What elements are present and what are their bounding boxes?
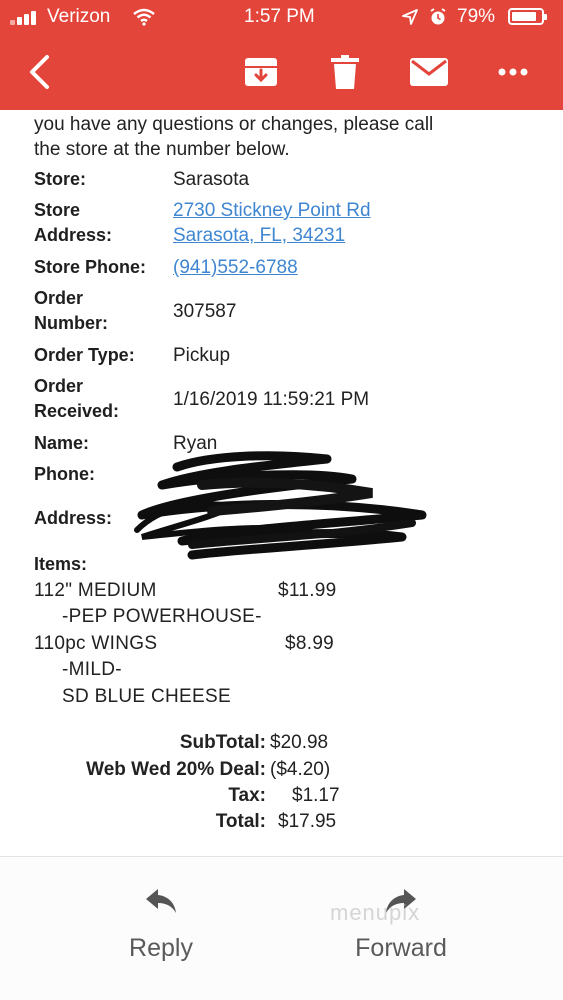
archive-icon — [245, 58, 277, 86]
item-price: $8.99 — [285, 633, 335, 654]
subtotal-label: SubTotal: — [179, 732, 266, 753]
order-number-label: Order Number: — [34, 288, 109, 333]
name-label: Name: — [34, 433, 90, 453]
carrier-name: Verizon — [47, 6, 111, 27]
subtotal-value: $20.98 — [270, 732, 329, 753]
mark-unread-button[interactable] — [408, 50, 450, 94]
order-received-label: Order Received: — [34, 376, 120, 421]
items-label: Items: — [34, 554, 88, 574]
watermark: menupix — [330, 900, 421, 925]
address-label: Address: — [34, 508, 113, 528]
intro-line: the store at the number below. — [34, 139, 290, 160]
reply-label: Reply — [129, 934, 193, 962]
location-arrow-icon — [402, 9, 418, 25]
store-phone-link[interactable]: (941)552-6788 — [173, 255, 298, 280]
battery-percent: 79% — [457, 6, 496, 27]
envelope-icon — [410, 58, 448, 86]
email-toolbar: Verizon 1:57 PM 79% — [0, 0, 563, 110]
status-time: 1:57 PM — [244, 6, 315, 27]
chevron-left-icon — [30, 55, 49, 89]
alarm-icon — [430, 8, 446, 25]
item-line: -MILD- — [62, 659, 122, 680]
redaction-scribble — [134, 451, 427, 560]
store-value: Sarasota — [173, 169, 250, 190]
address-line[interactable]: Sarasota, FL, 34231 — [173, 223, 371, 248]
store-address-label: Store Address: — [34, 200, 113, 245]
item-line: 110pc WINGS — [34, 633, 158, 654]
battery-icon — [508, 8, 547, 25]
order-type-value: Pickup — [173, 345, 231, 366]
order-type-label: Order Type: — [34, 345, 135, 365]
phone-label: Phone: — [34, 464, 95, 484]
item-line: -PEP POWERHOUSE- — [62, 606, 262, 627]
signal-icon — [10, 9, 44, 25]
more-button[interactable] — [496, 50, 530, 94]
intro-text: you have any questions or changes, pleas… — [34, 112, 534, 162]
ellipsis-icon — [498, 68, 528, 76]
order-number-value: 307587 — [173, 301, 237, 322]
trash-icon — [331, 55, 359, 89]
reply-button[interactable]: Reply — [101, 887, 221, 963]
back-button[interactable] — [22, 50, 56, 94]
intro-line: you have any questions or changes, pleas… — [34, 114, 434, 135]
address-line[interactable]: 2730 Stickney Point Rd — [173, 198, 371, 223]
bottom-action-bar: Reply Forward — [0, 857, 563, 1000]
discount-label: Web Wed 20% Deal: — [86, 759, 266, 780]
tax-value: $1.17 — [292, 785, 340, 806]
forward-label: Forward — [355, 934, 447, 962]
item-line: 112" MEDIUM — [34, 580, 157, 601]
item-line: SD BLUE CHEESE — [62, 686, 231, 707]
store-address-link[interactable]: 2730 Stickney Point Rd Sarasota, FL, 342… — [173, 198, 371, 248]
archive-button[interactable] — [242, 50, 280, 94]
tax-label: Tax: — [228, 785, 266, 806]
wifi-icon — [133, 8, 155, 26]
store-phone-label: Store Phone: — [34, 257, 147, 277]
total-label: Total: — [215, 811, 266, 832]
status-bar: Verizon 1:57 PM 79% — [0, 0, 563, 36]
discount-value: ($4.20) — [270, 759, 331, 780]
store-label: Store: — [34, 169, 87, 189]
reply-icon — [146, 889, 176, 913]
total-value: $17.95 — [278, 811, 337, 832]
delete-button[interactable] — [328, 50, 362, 94]
item-price: $11.99 — [278, 580, 337, 601]
order-received-value: 1/16/2019 11:59:21 PM — [173, 389, 370, 410]
